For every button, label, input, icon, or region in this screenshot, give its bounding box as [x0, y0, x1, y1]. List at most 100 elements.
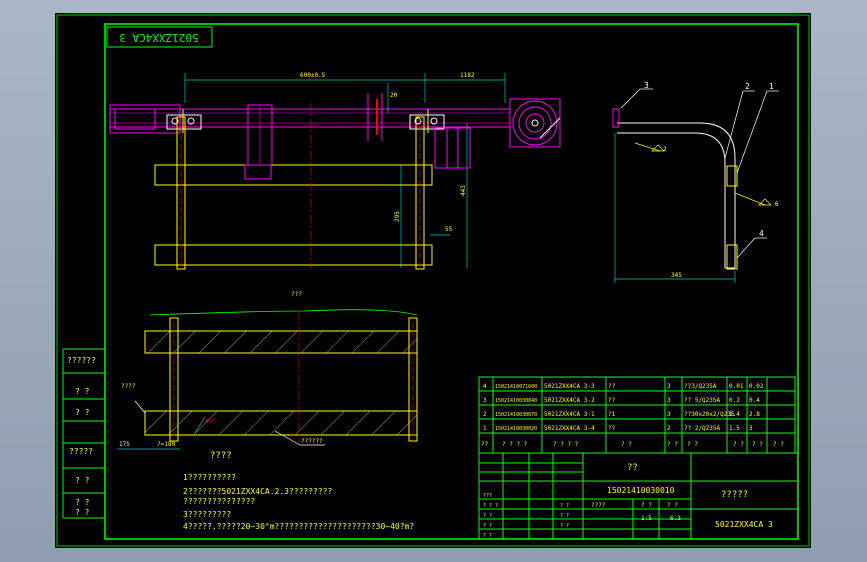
bom-header-cell: ? ? ? ?: [502, 441, 528, 448]
bom-cell: 0.02: [749, 383, 764, 390]
bom-header-cell: ? ?: [752, 441, 763, 448]
bom-cell: ?1: [608, 411, 616, 418]
bom-cell: 15021410030040: [495, 398, 537, 404]
cad-drawing: 5021ZXX4CA 3 ?????? ? ? ? ? ????? ? ? ? …: [56, 14, 810, 547]
title-left-row-1: ? ? ?: [483, 503, 498, 509]
bom-cell: 15021410030070: [495, 412, 537, 418]
bom-header-cell: ??: [481, 441, 489, 448]
note-5: 4?????,?????20~30°m?????????????????????…: [183, 522, 414, 531]
title-name: ?????: [721, 490, 748, 500]
title-code: 15021410030010: [607, 486, 675, 495]
dim-side-width: 345: [671, 272, 682, 279]
title-drawing-no: 5021ZXX4CA 3: [715, 520, 773, 529]
callout-4: 4: [759, 229, 764, 238]
title-block: ?? 15021410030010 ????? 5021ZXX4CA 3 1:5…: [478, 452, 799, 540]
side-label-6: ? ?: [75, 498, 90, 507]
bom-cell: ??3/Q235A: [684, 383, 717, 390]
title-left-row-3: ? ?: [483, 523, 492, 529]
title-scale: 1:5: [641, 515, 652, 522]
bom-cell: 5021ZXX4CA 3-3: [544, 383, 595, 390]
title-left-row-5: ???: [483, 493, 492, 499]
dim-top-right: 1182: [460, 72, 475, 79]
note-4: 3?????????: [183, 510, 231, 519]
front-view: [154, 103, 433, 270]
bom-cell: ??30x20x2/Q235: [684, 411, 735, 418]
bom-cell: 15021410030020: [495, 426, 537, 432]
callout-2: 2: [745, 82, 750, 91]
bom-cell: 15021410071600: [495, 384, 537, 390]
technical-notes: 1?????????? 2???????5021ZXX4CA.2.3??????…: [183, 473, 414, 531]
bom-cell: 2: [483, 411, 487, 418]
title-col-a: ? ?: [641, 502, 652, 509]
title-material: ??: [627, 463, 638, 473]
side-label-5: ? ?: [75, 476, 90, 485]
title-left-row-2: ? ?: [483, 513, 492, 519]
dim-v-443: 443: [460, 185, 467, 196]
callout-3: 3: [644, 81, 649, 90]
side-label-4: ?????: [69, 447, 93, 456]
dim-h-55: 55: [445, 226, 453, 233]
bom-cell: 3: [667, 397, 671, 404]
bom-header-cell: ? ?: [687, 441, 698, 448]
bom-cell: 4: [483, 383, 487, 390]
bom-cell: ?? 2/Q235A: [684, 425, 721, 432]
bom-rows: 4 15021410071600 5021ZXX4CA 3-3?? 3 ??3/Q235…: [481, 383, 784, 448]
bom-cell: 3: [667, 383, 671, 390]
title-sheet-info: ????: [591, 502, 606, 509]
note-2: 2???????5021ZXX4CA.2.3?????????: [183, 487, 332, 496]
bom-cell: 5021ZXX4CA 3-1: [544, 411, 595, 418]
title-small-1: ? ?: [560, 503, 569, 509]
bom-cell: 3: [667, 411, 671, 418]
title-col-b: ? ?: [667, 502, 678, 509]
bom-cell: 5021ZXX4CA 3-4: [544, 425, 595, 432]
note-3: ???????????????: [183, 497, 255, 506]
bom-cell: 2: [667, 425, 671, 432]
stamp-text: 5021ZXX4CA 3: [119, 31, 198, 44]
bom-cell: 3: [483, 397, 487, 404]
callout-1: 1: [769, 82, 774, 91]
side-view: 345 3 2 1 4 2 6: [612, 81, 779, 283]
bom-header-cell: ? ?: [733, 441, 744, 448]
bom-cell: 5021ZXX4CA 3-2: [544, 397, 595, 404]
bom-cell: ??: [608, 425, 616, 432]
dim-v-295: 295: [394, 211, 401, 222]
bom-header-cell: ? ?: [621, 441, 632, 448]
dim-top-left: 600±0.5: [300, 72, 326, 79]
side-label-2: ? ?: [75, 387, 90, 396]
dim-left-180: ?=180: [157, 441, 175, 448]
side-label-1: ??????: [67, 356, 96, 365]
bom-cell: 1: [483, 425, 487, 432]
side-label-3: ? ?: [75, 408, 90, 417]
bom-cell: 0.4: [749, 397, 760, 404]
bom-cell: 0.01: [729, 383, 744, 390]
section-title: ???: [291, 291, 302, 298]
view-label: ????: [210, 451, 232, 461]
bom-cell: ?? 5/Q235A: [684, 397, 721, 404]
section-view: ??? ???? 175 ?=180 45° ?????? ????: [117, 291, 418, 461]
bom-cell: ??: [608, 383, 616, 390]
title-small-3: ? ?: [560, 523, 569, 529]
inner-border: [104, 23, 799, 540]
bom-cell: 1.4: [729, 411, 740, 418]
bom-cell: 3: [749, 425, 753, 432]
bom-cell: 0.2: [729, 397, 740, 404]
dim-left-175: 175: [119, 441, 130, 448]
dim-angle: 45°: [205, 418, 216, 425]
bom-header-cell: ? ? ? ?: [553, 441, 579, 448]
bom-cell: 2.8: [749, 411, 760, 418]
bottom-note: ??????: [301, 438, 323, 445]
bom-cell: 1.5: [729, 425, 740, 432]
title-left-row-4: ? ?: [483, 533, 492, 539]
note-1: 1??????????: [183, 473, 236, 482]
dim-v-small: 20: [390, 92, 398, 99]
outer-border: [56, 14, 810, 547]
side-label-7: ? ?: [75, 508, 90, 517]
drawing-sheet: 5021ZXX4CA 3 ?????? ? ? ? ? ????? ? ? ? …: [55, 13, 811, 548]
bom-header-cell: ? ?: [773, 441, 784, 448]
title-small-2: ? ?: [560, 513, 569, 519]
side-label-column: ?????? ? ? ? ? ????? ? ? ? ? ? ?: [62, 348, 105, 519]
weld-mark-a: 2: [663, 146, 667, 153]
weld-mark-b: 6: [775, 201, 779, 208]
title-weight: 6.3: [670, 515, 681, 522]
bom-header-cell: ? ?: [667, 441, 678, 448]
